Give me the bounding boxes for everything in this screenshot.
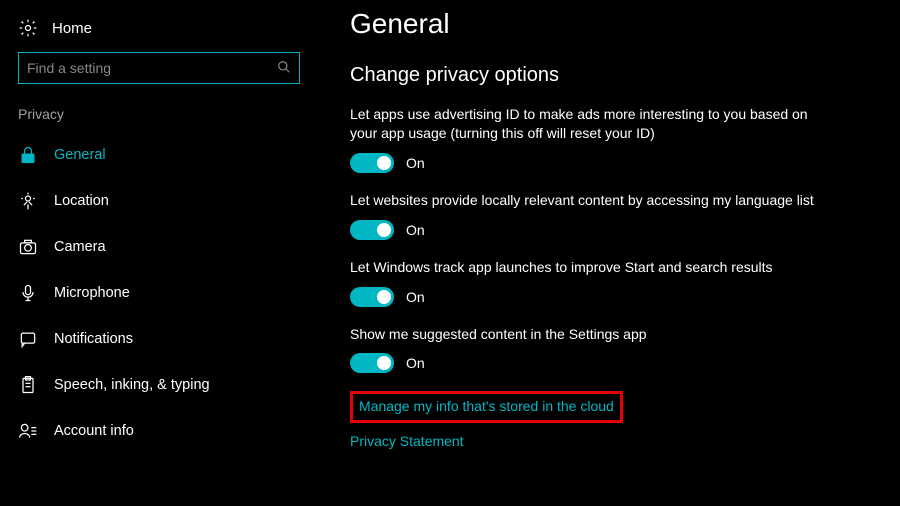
lock-icon: [18, 145, 38, 165]
sidebar-item-speech[interactable]: Speech, inking, & typing: [0, 362, 320, 408]
main-content: General Change privacy options Let apps …: [320, 0, 900, 506]
option-suggested-content: Show me suggested content in the Setting…: [350, 325, 830, 374]
sidebar-item-camera[interactable]: Camera: [0, 224, 320, 270]
sidebar-item-label: Speech, inking, & typing: [54, 377, 210, 393]
toggle-row: On: [350, 353, 830, 373]
toggle-state-label: On: [406, 355, 425, 371]
link-manage-cloud-info[interactable]: Manage my info that's stored in the clou…: [359, 398, 614, 414]
link-privacy-statement[interactable]: Privacy Statement: [350, 433, 464, 449]
search-icon: [277, 60, 291, 77]
toggle-state-label: On: [406, 155, 425, 171]
home-label: Home: [52, 20, 92, 37]
toggle-state-label: On: [406, 222, 425, 238]
page-title: General: [350, 8, 860, 40]
sidebar-item-label: Camera: [54, 239, 106, 255]
option-track-launches: Let Windows track app launches to improv…: [350, 258, 830, 307]
search-container: [18, 52, 302, 84]
sidebar-item-location[interactable]: Location: [0, 178, 320, 224]
toggle-switch[interactable]: [350, 287, 394, 307]
toggle-row: On: [350, 220, 830, 240]
sidebar-item-general[interactable]: General: [0, 132, 320, 178]
sidebar-item-notifications[interactable]: Notifications: [0, 316, 320, 362]
sidebar-item-label: Microphone: [54, 285, 130, 301]
option-advertising-id: Let apps use advertising ID to make ads …: [350, 105, 830, 173]
option-desc: Let Windows track app launches to improv…: [350, 258, 830, 277]
toggle-row: On: [350, 153, 830, 173]
clipboard-icon: [18, 375, 38, 395]
search-box[interactable]: [18, 52, 300, 84]
links-section: Manage my info that's stored in the clou…: [350, 391, 860, 467]
toggle-row: On: [350, 287, 830, 307]
option-desc: Show me suggested content in the Setting…: [350, 325, 830, 344]
sidebar-section-label: Privacy: [0, 106, 320, 132]
sidebar-item-label: Notifications: [54, 331, 133, 347]
sidebar: Home Privacy General Location Came: [0, 0, 320, 506]
toggle-switch[interactable]: [350, 153, 394, 173]
search-input[interactable]: [27, 60, 277, 76]
section-heading: Change privacy options: [350, 64, 860, 87]
sidebar-item-label: Account info: [54, 423, 134, 439]
sidebar-item-label: Location: [54, 193, 109, 209]
microphone-icon: [18, 283, 38, 303]
home-nav[interactable]: Home: [0, 10, 320, 52]
option-language-list: Let websites provide locally relevant co…: [350, 191, 830, 240]
sidebar-item-label: General: [54, 147, 106, 163]
notifications-icon: [18, 329, 38, 349]
toggle-switch[interactable]: [350, 220, 394, 240]
sidebar-item-account-info[interactable]: Account info: [0, 408, 320, 454]
sidebar-item-microphone[interactable]: Microphone: [0, 270, 320, 316]
toggle-switch[interactable]: [350, 353, 394, 373]
location-icon: [18, 191, 38, 211]
account-icon: [18, 421, 38, 441]
highlight-annotation: Manage my info that's stored in the clou…: [350, 391, 623, 423]
toggle-state-label: On: [406, 289, 425, 305]
gear-icon: [18, 18, 38, 38]
camera-icon: [18, 237, 38, 257]
sidebar-nav: General Location Camera Microphone Notif…: [0, 132, 320, 454]
option-desc: Let websites provide locally relevant co…: [350, 191, 830, 210]
option-desc: Let apps use advertising ID to make ads …: [350, 105, 830, 143]
